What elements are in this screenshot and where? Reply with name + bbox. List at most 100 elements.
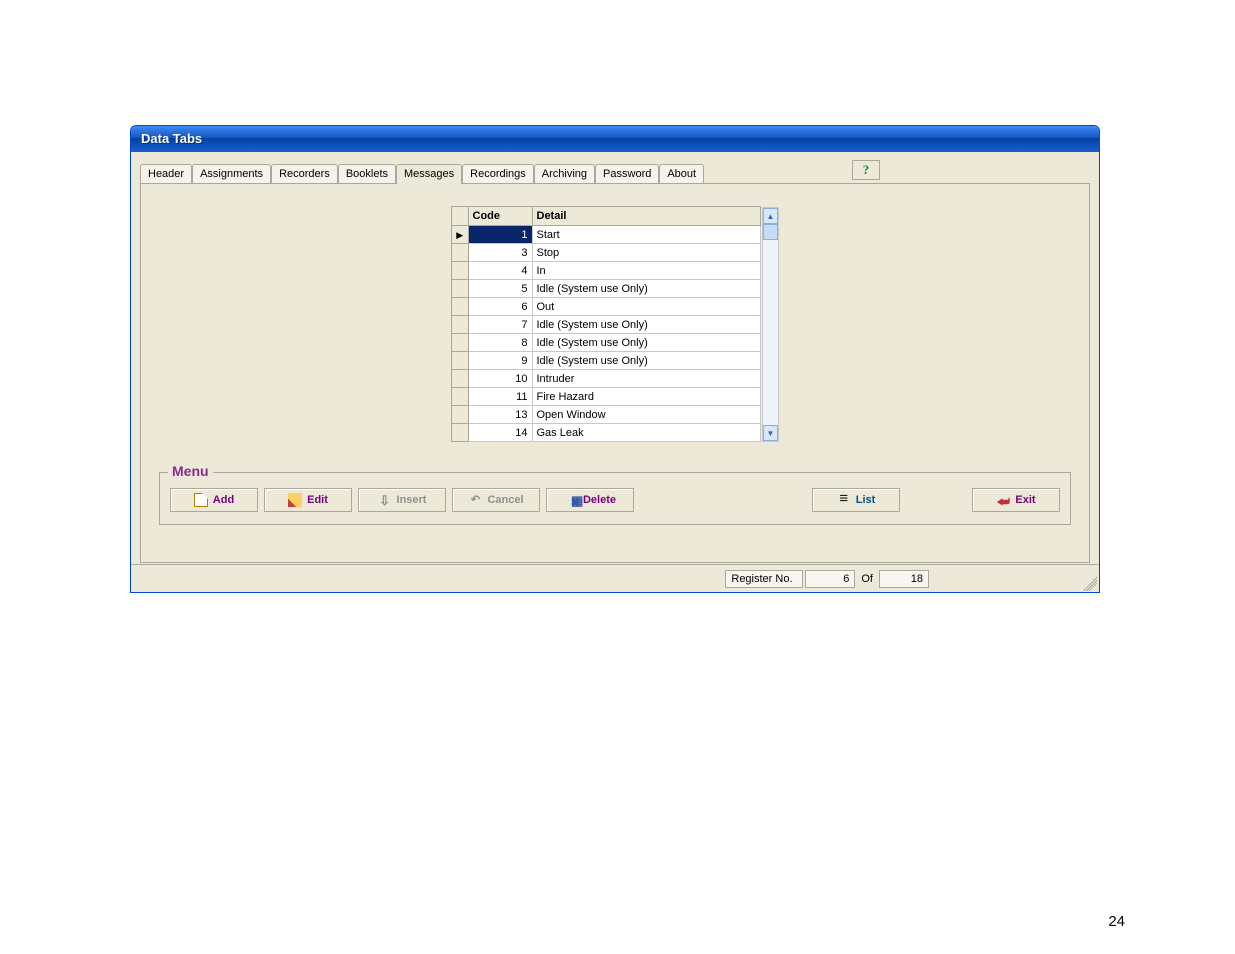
cell-code[interactable]: 8 [468,334,532,352]
scroll-up-icon[interactable]: ▲ [763,208,778,224]
tab-header[interactable]: Header [140,164,192,183]
table-row[interactable]: 11Fire Hazard [452,388,761,406]
cell-detail[interactable]: Idle (System use Only) [532,316,761,334]
tabstrip: Header Assignments Recorders Booklets Me… [140,161,1090,183]
cell-detail[interactable]: Open Window [532,406,761,424]
row-indicator [452,370,468,388]
edit-button[interactable]: Edit [264,488,352,512]
grid-col-detail[interactable]: Detail [532,207,761,226]
table-row[interactable]: 8Idle (System use Only) [452,334,761,352]
scroll-thumb[interactable] [763,224,778,240]
delete-label: Delete [583,494,616,506]
undo-icon [468,493,482,507]
table-row[interactable]: 7Idle (System use Only) [452,316,761,334]
cell-code[interactable]: 1 [468,226,532,244]
cell-detail[interactable]: Idle (System use Only) [532,334,761,352]
row-indicator [452,280,468,298]
status-total-value: 18 [879,570,929,588]
scroll-down-icon[interactable]: ▼ [763,425,778,441]
cell-detail[interactable]: Intruder [532,370,761,388]
exit-icon [996,493,1010,507]
table-row[interactable]: 5Idle (System use Only) [452,280,761,298]
tab-about[interactable]: About [659,164,704,183]
cell-detail[interactable]: In [532,262,761,280]
table-row[interactable]: 3Stop [452,244,761,262]
scroll-track[interactable] [763,240,778,425]
row-indicator [452,334,468,352]
cell-detail[interactable]: Out [532,298,761,316]
cell-detail[interactable]: Idle (System use Only) [532,352,761,370]
grid-scrollbar[interactable]: ▲ ▼ [762,207,779,442]
cell-code[interactable]: 11 [468,388,532,406]
delete-button[interactable]: Delete [546,488,634,512]
tab-archiving[interactable]: Archiving [534,164,595,183]
tab-recordings[interactable]: Recordings [462,164,534,183]
exit-button[interactable]: Exit [972,488,1060,512]
row-indicator [452,244,468,262]
cell-detail[interactable]: Stop [532,244,761,262]
row-indicator [452,424,468,442]
list-label: List [856,494,876,506]
cell-code[interactable]: 10 [468,370,532,388]
table-row[interactable]: 13Open Window [452,406,761,424]
row-indicator [452,406,468,424]
cell-detail[interactable]: Fire Hazard [532,388,761,406]
status-of-label: Of [857,573,877,585]
cell-detail[interactable]: Gas Leak [532,424,761,442]
menu-group: Menu Add Edit Insert Cancel [159,472,1071,525]
tab-password[interactable]: Password [595,164,659,183]
client-area: Header Assignments Recorders Booklets Me… [131,152,1099,564]
cancel-label: Cancel [487,494,523,506]
app-window: Data Tabs Header Assignments Recorders B… [130,125,1100,593]
cell-code[interactable]: 13 [468,406,532,424]
table-row[interactable]: 6Out [452,298,761,316]
list-button[interactable]: List [812,488,900,512]
add-button[interactable]: Add [170,488,258,512]
insert-button[interactable]: Insert [358,488,446,512]
titlebar: Data Tabs [131,126,1099,152]
table-row[interactable]: 10Intruder [452,370,761,388]
cell-code[interactable]: 3 [468,244,532,262]
row-indicator [452,316,468,334]
table-row[interactable]: 1Start [452,226,761,244]
list-icon [837,493,851,507]
cell-code[interactable]: 14 [468,424,532,442]
page-number: 24 [1108,913,1125,930]
document-icon [194,493,208,507]
insert-label: Insert [397,494,427,506]
cancel-button[interactable]: Cancel [452,488,540,512]
cell-code[interactable]: 4 [468,262,532,280]
tab-messages[interactable]: Messages [396,164,462,184]
tab-booklets[interactable]: Booklets [338,164,396,183]
cell-detail[interactable]: Idle (System use Only) [532,280,761,298]
grid-col-code[interactable]: Code [468,207,532,226]
edit-icon [288,493,302,507]
cell-code[interactable]: 9 [468,352,532,370]
edit-label: Edit [307,494,328,506]
help-button[interactable]: ? [852,160,880,180]
table-row[interactable]: 9Idle (System use Only) [452,352,761,370]
cell-code[interactable]: 7 [468,316,532,334]
row-indicator [452,388,468,406]
row-indicator [452,352,468,370]
add-label: Add [213,494,234,506]
table-row[interactable]: 14Gas Leak [452,424,761,442]
insert-icon [378,493,392,507]
messages-grid[interactable]: Code Detail 1Start3Stop4In5Idle (System … [451,206,761,442]
row-indicator [452,226,468,244]
help-icon: ? [863,162,870,178]
cell-code[interactable]: 5 [468,280,532,298]
resize-grip-icon[interactable] [1083,577,1097,591]
window-title: Data Tabs [141,131,202,146]
cell-code[interactable]: 6 [468,298,532,316]
exit-label: Exit [1015,494,1035,506]
menu-legend: Menu [168,463,213,479]
tab-assignments[interactable]: Assignments [192,164,271,183]
tab-recorders[interactable]: Recorders [271,164,338,183]
delete-icon [564,493,578,507]
row-indicator [452,262,468,280]
cell-detail[interactable]: Start [532,226,761,244]
row-indicator [452,298,468,316]
table-row[interactable]: 4In [452,262,761,280]
status-register-value: 6 [805,570,855,588]
